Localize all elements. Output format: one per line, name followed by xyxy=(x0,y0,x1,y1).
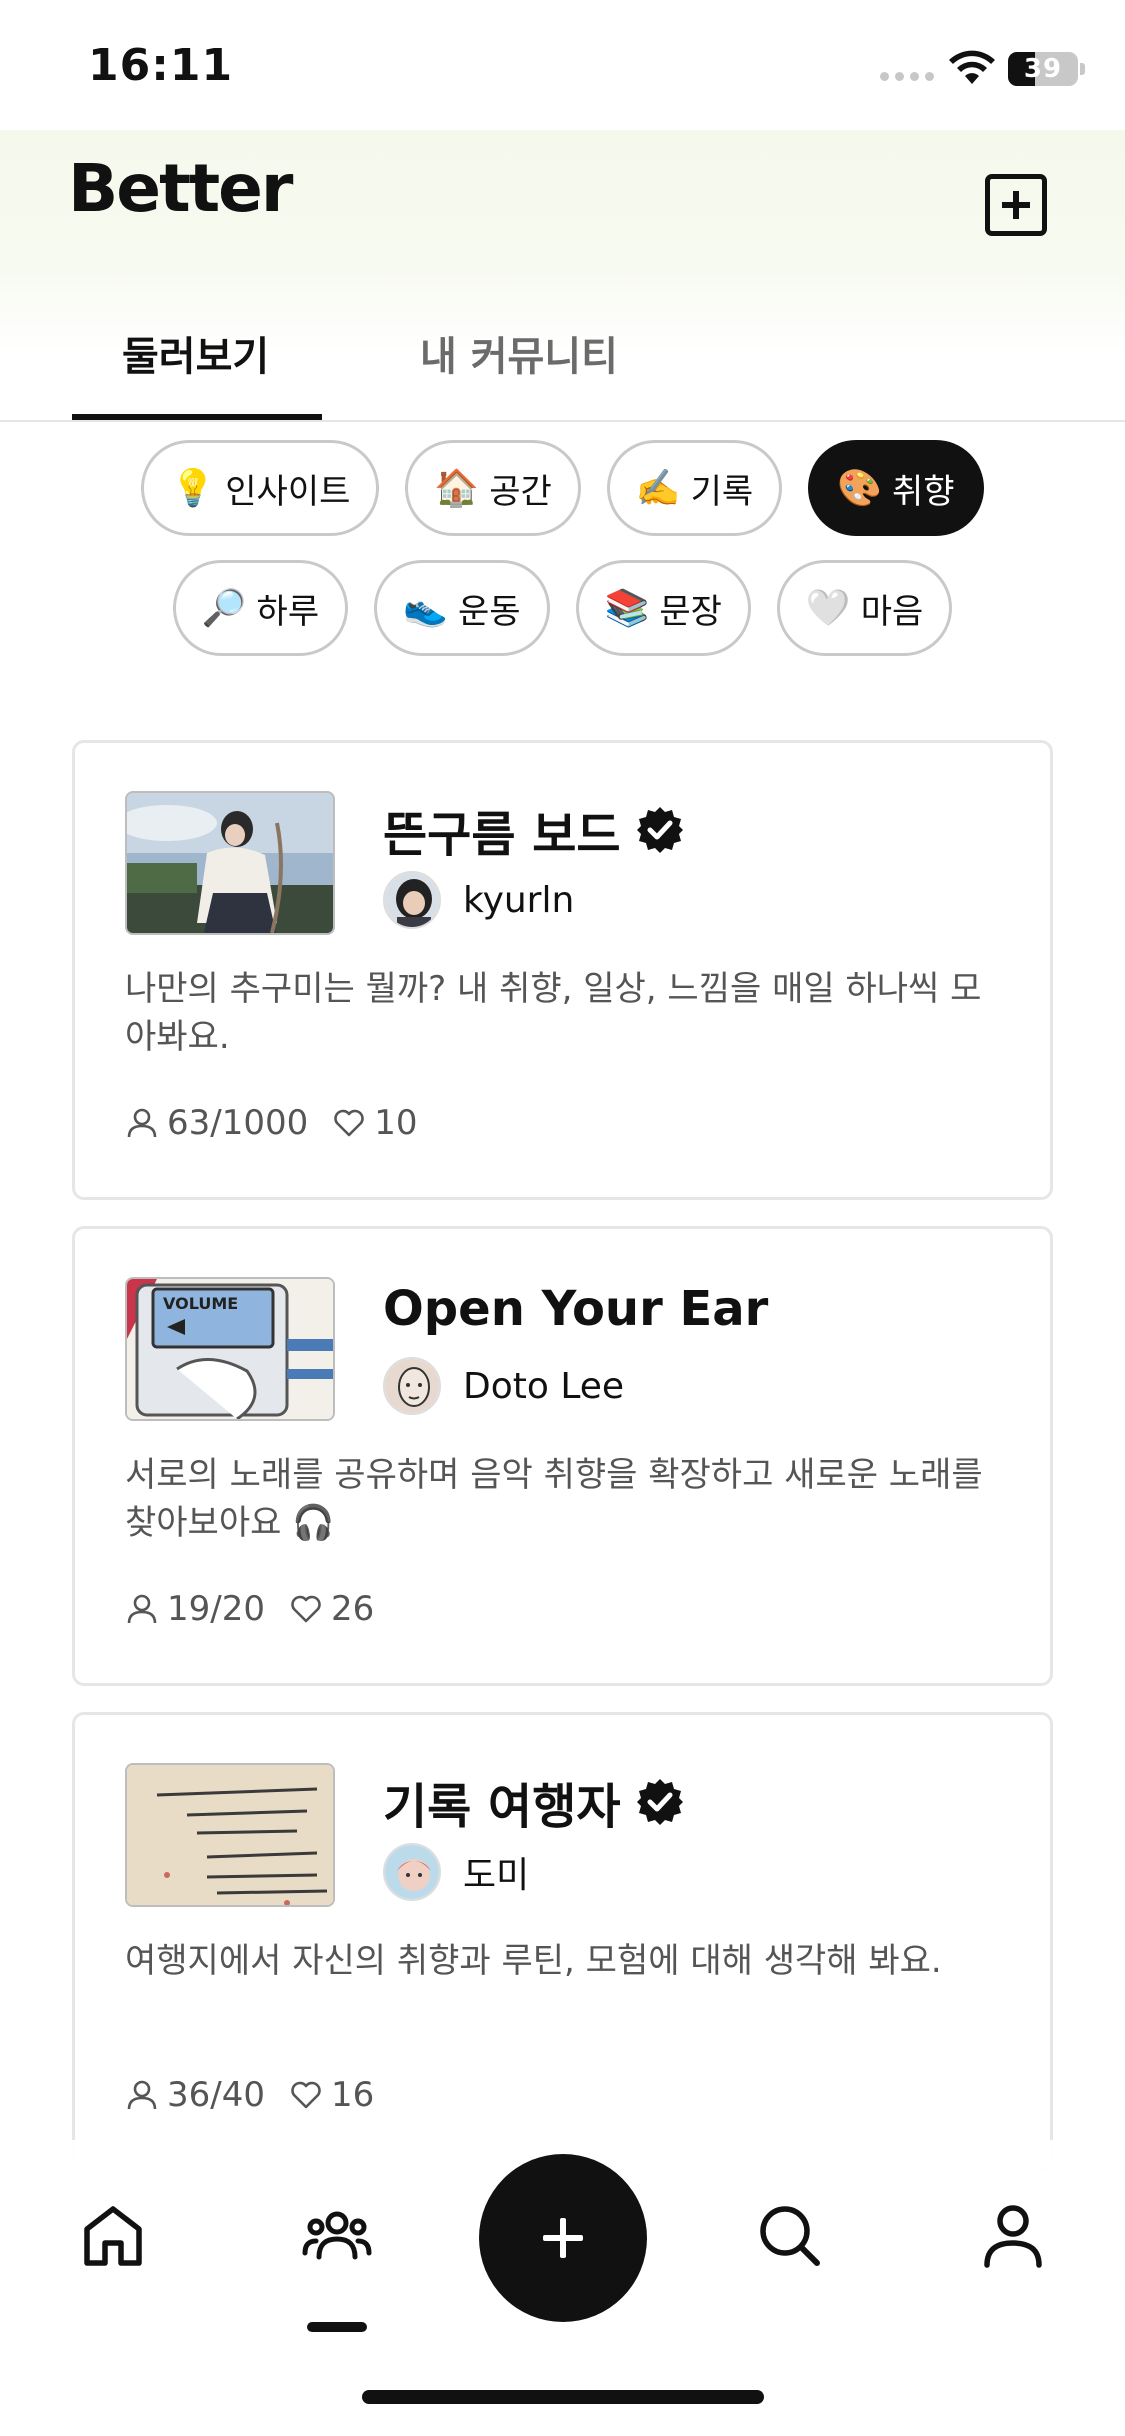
battery-icon: 39 xyxy=(1008,52,1078,86)
community-stats: 36/40 16 xyxy=(125,2075,374,2115)
category-label: 문장 xyxy=(659,591,722,632)
author-avatar xyxy=(383,1843,441,1901)
community-description: 서로의 노래를 공유하며 음악 취향을 확장하고 새로운 노래를 찾아보아요 🎧 xyxy=(125,1455,983,1543)
category-chip[interactable]: 🏠 공간 xyxy=(405,440,581,536)
member-count: 19/20 xyxy=(167,1589,265,1629)
community-icon xyxy=(302,2211,372,2260)
battery-level: 39 xyxy=(1023,54,1063,84)
community-title-text: Open Your Ear xyxy=(383,1281,769,1337)
author-avatar xyxy=(383,1357,441,1415)
nav-home-button[interactable] xyxy=(68,2190,158,2280)
home-icon xyxy=(84,2206,142,2266)
category-emoji-icon: 💡 xyxy=(170,468,216,509)
like-count: 16 xyxy=(330,2075,375,2115)
category-emoji-icon: 👟 xyxy=(403,588,448,629)
category-chip[interactable]: 🤍 마음 xyxy=(776,560,953,656)
verified-badge-icon xyxy=(636,1779,683,1825)
app-logo: Better xyxy=(68,150,293,227)
battery-nub xyxy=(1080,63,1085,75)
wifi-icon xyxy=(949,50,995,84)
create-community-button[interactable] xyxy=(985,174,1047,236)
category-chip[interactable]: 📚 문장 xyxy=(575,560,751,656)
category-label: 취향 xyxy=(892,471,955,512)
category-chip[interactable]: ✍️ 기록 xyxy=(606,440,783,536)
members-icon xyxy=(127,2080,157,2110)
community-title-text: 기록 여행자 xyxy=(383,1779,621,1835)
like-count: 26 xyxy=(330,1589,375,1629)
svg-text:VOLUME: VOLUME xyxy=(163,1294,238,1313)
heart-icon xyxy=(291,1595,321,1623)
tab-my-community[interactable]: 내 커뮤니티 xyxy=(420,324,618,382)
category-emoji-icon: 🤍 xyxy=(805,588,851,629)
tab-bar: 둘러보기 내 커뮤니티 xyxy=(0,310,1125,422)
members-icon xyxy=(127,1108,157,1138)
community-stats: 19/20 26 xyxy=(125,1589,374,1629)
member-count: 63/1000 xyxy=(167,1103,309,1143)
community-thumbnail xyxy=(125,1763,335,1907)
community-title: 기록 여행자 xyxy=(383,1767,685,1837)
category-emoji-icon: 🔎 xyxy=(201,588,247,629)
community-author[interactable]: 도미 xyxy=(383,1843,529,1901)
category-emoji-icon: 🏠 xyxy=(434,468,480,509)
community-title: Open Your Ear xyxy=(383,1281,768,1337)
category-chips-row-1: 💡 인사이트 🏠 공간 ✍️ 기록 🎨 취향 xyxy=(0,440,1125,536)
category-label: 기록 xyxy=(690,471,754,512)
profile-icon xyxy=(984,2205,1042,2268)
category-label: 운동 xyxy=(457,591,521,632)
community-card[interactable]: 기록 여행자 도미 여행지에서 자신의 취향과 루틴, 모험에 대해 생각해 봐… xyxy=(72,1712,1053,2172)
home-indicator xyxy=(362,2390,764,2404)
category-chip[interactable]: 👟 운동 xyxy=(374,560,550,656)
nav-active-indicator xyxy=(307,2322,367,2332)
verified-badge-icon xyxy=(636,807,683,853)
community-card[interactable]: 뜬구름 보드 kyurln 나만의 추구미는 뭘까? 내 취향, 일상, 느낌을… xyxy=(72,740,1053,1200)
category-emoji-icon: 📚 xyxy=(604,588,650,629)
community-title-text: 뜬구름 보드 xyxy=(383,807,621,863)
plus-square-icon xyxy=(1002,191,1030,219)
author-name: Doto Lee xyxy=(463,1365,625,1407)
status-time: 16:11 xyxy=(88,40,234,91)
community-thumbnail: VOLUME xyxy=(125,1277,335,1421)
nav-community-button[interactable] xyxy=(292,2190,382,2280)
tab-explore[interactable]: 둘러보기 xyxy=(122,324,269,382)
category-emoji-icon: 🎨 xyxy=(837,468,882,509)
category-label: 마음 xyxy=(860,591,924,632)
community-description: 여행지에서 자신의 취향과 루틴, 모험에 대해 생각해 봐요. xyxy=(125,1941,942,1981)
community-author[interactable]: kyurln xyxy=(383,871,574,929)
nav-profile-button[interactable] xyxy=(968,2190,1058,2280)
category-chips-row-2: 🔎 하루 👟 운동 📚 문장 🤍 마음 xyxy=(0,560,1125,656)
author-name: kyurln xyxy=(463,879,575,921)
heart-icon xyxy=(291,2081,321,2109)
community-description: 나만의 추구미는 뭘까? 내 취향, 일상, 느낌을 매일 하나씩 모아봐요. xyxy=(125,969,982,1057)
plus-icon xyxy=(543,2218,583,2258)
community-author[interactable]: Doto Lee xyxy=(383,1357,624,1415)
nav-search-button[interactable] xyxy=(744,2190,834,2280)
community-title: 뜬구름 보드 xyxy=(383,795,685,865)
category-emoji-icon: ✍️ xyxy=(635,468,681,509)
nav-create-button[interactable] xyxy=(479,2154,647,2322)
category-chip[interactable]: 🎨 취향 xyxy=(808,440,984,536)
heart-icon xyxy=(334,1109,365,1137)
category-chip[interactable]: 🔎 하루 xyxy=(172,560,349,656)
category-chip[interactable]: 💡 인사이트 xyxy=(141,440,380,536)
category-label: 하루 xyxy=(256,591,320,632)
members-icon xyxy=(127,1594,157,1624)
author-name: 도미 xyxy=(463,1855,530,1896)
community-thumbnail xyxy=(125,791,335,935)
community-card[interactable]: VOLUME Open Your Ear Doto Lee 서로의 노래를 공유… xyxy=(72,1226,1053,1686)
category-label: 인사이트 xyxy=(225,471,351,512)
author-avatar xyxy=(383,871,441,929)
member-count: 36/40 xyxy=(167,2075,265,2115)
active-tab-indicator xyxy=(72,414,322,420)
like-count: 10 xyxy=(374,1103,418,1143)
category-label: 공간 xyxy=(489,471,552,512)
community-stats: 63/1000 10 xyxy=(125,1103,418,1143)
status-bar: 16:11 39 xyxy=(0,0,1125,130)
search-icon xyxy=(760,2206,820,2266)
cellular-signal-icon xyxy=(880,72,934,81)
